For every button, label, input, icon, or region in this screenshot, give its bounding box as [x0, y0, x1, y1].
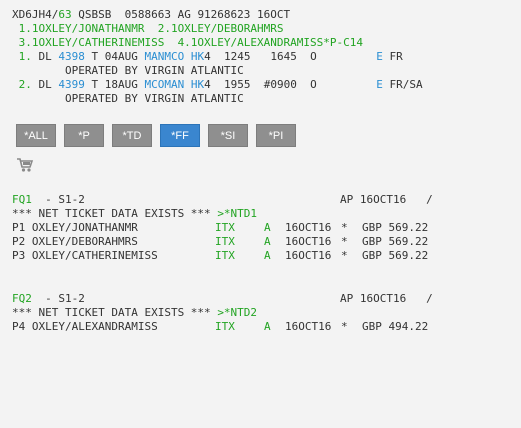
segment-1: 1. DL 4398 T 04AUG MANMCO HK4 1245 1645 … [12, 50, 403, 63]
route-link[interactable]: MCOMAN [144, 78, 184, 91]
segment-2-operated: OPERATED BY VIRGIN ATLANTIC [12, 92, 244, 105]
flight-number-link[interactable]: 4399 [58, 78, 85, 91]
table-row: P1 OXLEY/JONATHANMR ITX A 16OCT16 * GBP 569.2… [12, 221, 429, 234]
passenger-names-line-2[interactable]: 3.1OXLEY/CATHERINEMISS 4.1OXLEY/ALEXANDR… [12, 36, 517, 50]
record-number[interactable]: 63 [58, 8, 71, 21]
all-button[interactable]: *ALL [16, 124, 56, 147]
ntd-link[interactable]: >*NTD2 [217, 306, 257, 319]
shopping-cart-icon[interactable] [16, 157, 34, 173]
table-row: P4 OXLEY/ALEXANDRAMISS ITX A 16OCT16 * GBP 49… [12, 320, 429, 333]
fare-quote-1: FQ1 - S1-2 AP 16OCT16 / *** NET TICKET DA… [12, 193, 517, 263]
command-toolbar: *ALL *P *TD *FF *SI *PI [16, 124, 296, 147]
ntd-link[interactable]: >*NTD1 [217, 207, 257, 220]
segment-1-operated: OPERATED BY VIRGIN ATLANTIC [12, 64, 244, 77]
fare-quote-header: FQ2 - S1-2 AP 16OCT16 / [12, 292, 433, 305]
record-header: XD6JH4/63 QSBSB 0588663 AG 91268623 16OC… [12, 8, 291, 21]
pi-button[interactable]: *PI [256, 124, 296, 147]
ff-button[interactable]: *FF [160, 124, 200, 147]
segment-2: 2. DL 4399 T 18AUG MCOMAN HK4 1955 #0900… [12, 78, 423, 91]
route-link[interactable]: MANMCO [144, 50, 184, 63]
net-ticket-note: *** NET TICKET DATA EXISTS *** >*NTD1 [12, 207, 258, 220]
passenger-names-line-1[interactable]: 1.1OXLEY/JONATHANMR 2.1OXLEY/DEBORAHMRS [12, 22, 517, 36]
table-row: P2 OXLEY/DEBORAHMRS ITX A 16OCT16 * GBP 569.2… [12, 235, 429, 248]
si-button[interactable]: *SI [208, 124, 248, 147]
p-button[interactable]: *P [64, 124, 104, 147]
fare-quote-2: FQ2 - S1-2 AP 16OCT16 / *** NET TICKET DA… [12, 292, 517, 334]
fare-quote-header: FQ1 - S1-2 AP 16OCT16 / [12, 193, 433, 206]
table-row: P3 OXLEY/CATHERINEMISS ITX A 16OCT16 * GBP 56… [12, 249, 429, 262]
e-ticket-link[interactable]: E [376, 78, 383, 91]
td-button[interactable]: *TD [112, 124, 152, 147]
e-ticket-link[interactable]: E [376, 50, 383, 63]
net-ticket-note: *** NET TICKET DATA EXISTS *** >*NTD2 [12, 306, 258, 319]
pnr-display: XD6JH4/63 QSBSB 0588663 AG 91268623 16OC… [12, 8, 517, 106]
flight-number-link[interactable]: 4398 [58, 50, 85, 63]
fare-quote-link[interactable]: FQ2 [12, 292, 32, 305]
fare-quote-link[interactable]: FQ1 [12, 193, 32, 206]
